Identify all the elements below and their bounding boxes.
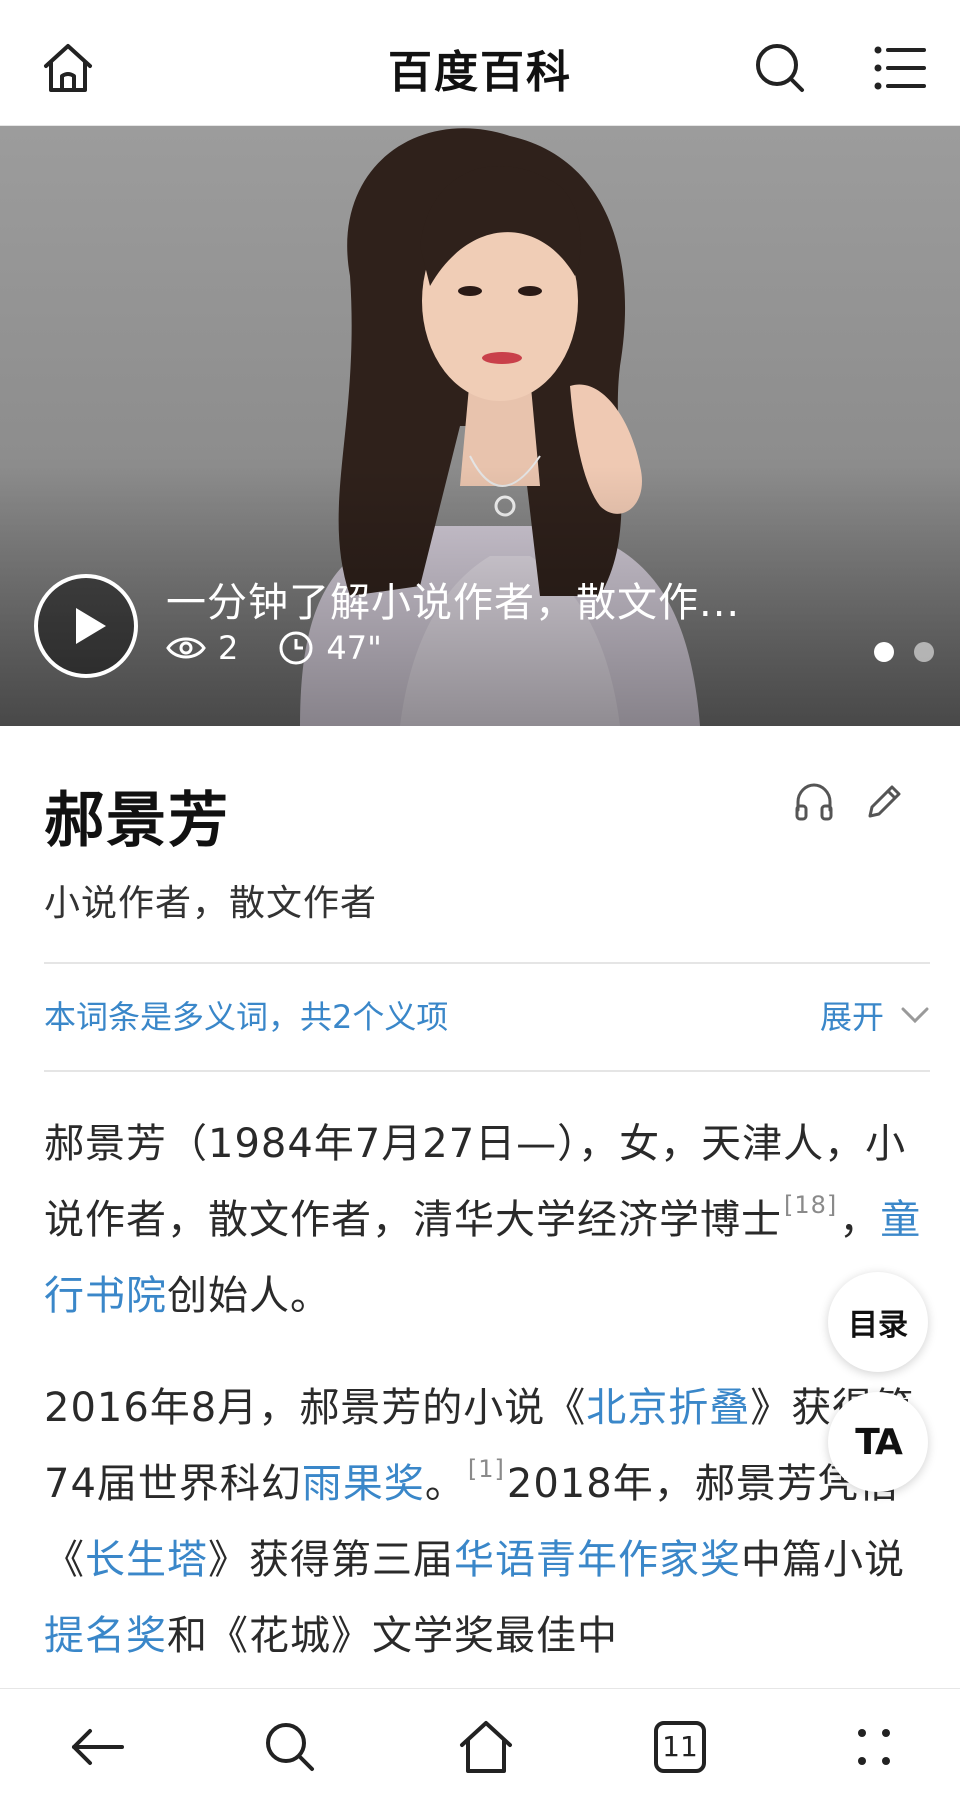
- video-duration: 47": [326, 629, 382, 667]
- top-header: 百度百科: [0, 0, 960, 126]
- text: 郝景芳（1984年7月27日—），女，天津人，小说作者，散文作者，清华大学经济学…: [44, 1121, 907, 1243]
- tab-count: 11: [662, 1730, 698, 1763]
- carousel-dot-active[interactable]: [874, 642, 894, 662]
- text: 。: [424, 1461, 466, 1507]
- eye-icon: [166, 637, 206, 659]
- table-of-contents-button[interactable]: 目录: [828, 1272, 928, 1372]
- clock-icon: [279, 631, 313, 665]
- text: 创始人。: [167, 1273, 331, 1319]
- video-meta: 2 47": [166, 628, 382, 668]
- carousel-indicator: [874, 642, 934, 662]
- expand-label: 展开: [819, 998, 884, 1036]
- headphones-icon[interactable]: [792, 780, 836, 824]
- tabs-button[interactable]: 11: [648, 1715, 712, 1779]
- polysemy-note[interactable]: 本词条是多义词，共2个义项: [44, 998, 448, 1036]
- entry-subtitle: 小说作者，散文作者: [44, 883, 378, 924]
- text: 》获得第三届: [208, 1537, 454, 1583]
- link-changsheng-tower[interactable]: 长生塔: [85, 1537, 208, 1583]
- play-icon: [76, 608, 106, 644]
- link-beijing-folding[interactable]: 北京折叠: [586, 1385, 750, 1431]
- more-icon[interactable]: [842, 1715, 906, 1779]
- search-icon[interactable]: [752, 40, 808, 96]
- text: 2016年8月，郝景芳的小说《: [44, 1385, 587, 1431]
- ta-button[interactable]: TA: [828, 1392, 928, 1492]
- entry-title: 郝景芳: [44, 786, 230, 856]
- hero-video-banner[interactable]: 一分钟了解小说作者，散文作... 2 47": [0, 126, 960, 726]
- chevron-down-icon: [901, 1007, 929, 1024]
- intro-paragraph: 郝景芳（1984年7月27日—），女，天津人，小说作者，散文作者，清华大学经济学…: [44, 1106, 924, 1334]
- expand-button[interactable]: 展开: [820, 992, 930, 1038]
- text: ，: [839, 1197, 881, 1243]
- video-title[interactable]: 一分钟了解小说作者，散文作...: [166, 570, 740, 628]
- back-arrow-icon[interactable]: [66, 1715, 130, 1779]
- citation[interactable]: [1]: [468, 1455, 505, 1483]
- link-young-writer-award[interactable]: 华语青年作家奖: [454, 1537, 741, 1583]
- link-nomination-award[interactable]: 提名奖: [44, 1613, 167, 1659]
- view-count: 2: [218, 629, 239, 667]
- link-hugo-award[interactable]: 雨果奖: [302, 1461, 425, 1507]
- citation[interactable]: [18]: [784, 1191, 837, 1219]
- home-icon[interactable]: [454, 1715, 518, 1779]
- text: 中篇小说: [741, 1537, 905, 1583]
- menu-icon[interactable]: [872, 40, 928, 96]
- carousel-dot[interactable]: [914, 642, 934, 662]
- awards-paragraph: 2016年8月，郝景芳的小说《北京折叠》获得第74届世界科幻雨果奖。[1]201…: [44, 1370, 924, 1674]
- search-icon[interactable]: [258, 1715, 322, 1779]
- text: 和《花城》文学奖最佳中: [167, 1613, 618, 1659]
- browser-bottom-nav: 11: [0, 1688, 960, 1807]
- divider: [44, 1070, 930, 1072]
- edit-pencil-icon[interactable]: [862, 780, 906, 824]
- polysemy-bar[interactable]: 本词条是多义词，共2个义项 展开: [44, 992, 930, 1038]
- divider: [44, 962, 930, 964]
- play-button[interactable]: [34, 574, 138, 678]
- site-title: 百度百科: [388, 47, 572, 98]
